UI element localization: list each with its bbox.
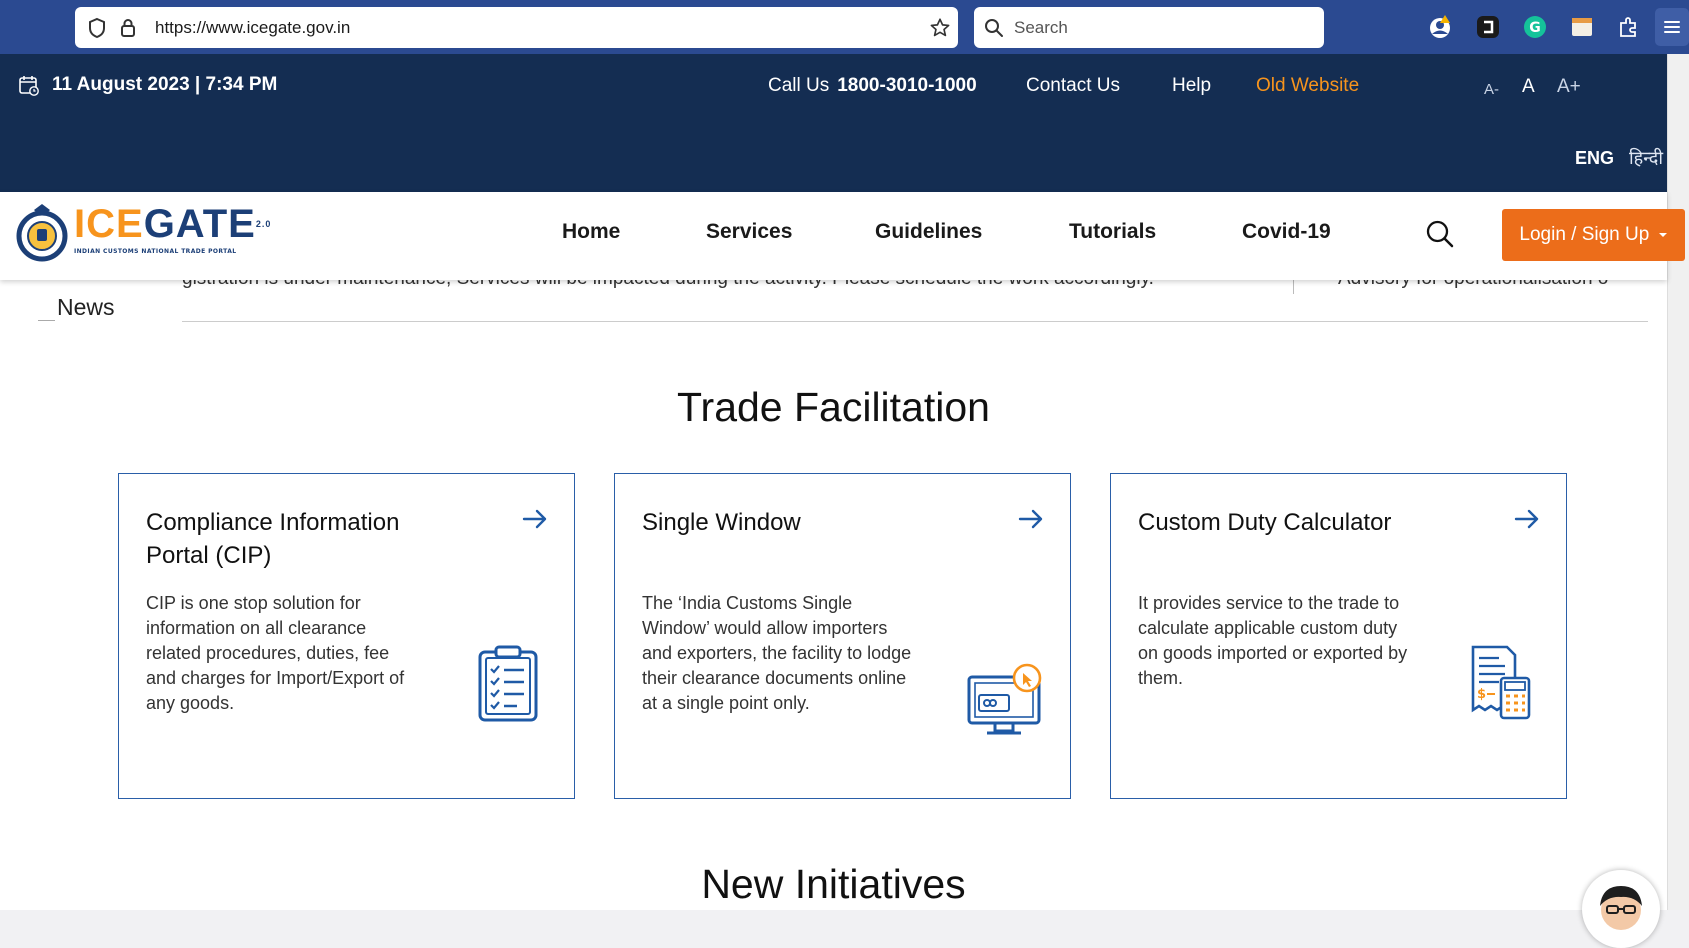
- svg-text:G: G: [1529, 20, 1541, 36]
- card-title: Single Window: [642, 509, 801, 536]
- font-size-decrease[interactable]: A-: [1484, 81, 1499, 98]
- lock-icon[interactable]: [115, 7, 141, 48]
- card-description: CIP is one stop solution for information…: [146, 593, 405, 713]
- nav-covid-19[interactable]: Covid-19: [1242, 220, 1331, 244]
- site-search-icon[interactable]: [1425, 219, 1455, 253]
- call-us[interactable]: Call Us 1800-3010-1000: [768, 75, 977, 97]
- date-time: 11 August 2023 | 7:34 PM: [18, 74, 277, 96]
- address-bar[interactable]: https://www.icegate.gov.in: [75, 7, 958, 48]
- nav-services[interactable]: Services: [706, 220, 792, 244]
- news-label: News: [57, 294, 115, 320]
- news-label-divider: [38, 320, 55, 321]
- old-website-link[interactable]: Old Website: [1256, 75, 1359, 97]
- card-description: It provides service to the trade to calc…: [1138, 593, 1408, 688]
- nav-home[interactable]: Home: [562, 220, 620, 244]
- card-single-window[interactable]: Single Window The ‘India Customs Single …: [614, 473, 1071, 799]
- nav-tutorials[interactable]: Tutorials: [1069, 220, 1156, 244]
- page-scrollbar[interactable]: [1667, 54, 1689, 910]
- call-us-label: Call Us: [768, 75, 830, 96]
- card-title: Compliance Information Portal (CIP): [146, 509, 400, 569]
- grammarly-icon[interactable]: G: [1520, 12, 1550, 42]
- ticker-divider: [182, 321, 1648, 322]
- trade-facilitation-title: Trade Facilitation: [677, 384, 990, 430]
- new-initiatives-title: New Initiatives: [701, 861, 966, 907]
- help-link[interactable]: Help: [1172, 75, 1211, 97]
- caret-down-icon: [1658, 233, 1667, 237]
- calendar-extension-icon[interactable]: [1567, 12, 1597, 42]
- lang-english[interactable]: ENG: [1575, 148, 1614, 169]
- hamburger-menu-icon[interactable]: [1655, 8, 1689, 46]
- bookmark-star-icon[interactable]: [927, 7, 953, 48]
- chatbot-avatar[interactable]: [1582, 870, 1660, 948]
- logo-tagline: INDIAN CUSTOMS NATIONAL TRADE PORTAL: [74, 248, 237, 255]
- card-title: Custom Duty Calculator: [1138, 509, 1392, 536]
- url-text: https://www.icegate.gov.in: [155, 18, 351, 37]
- font-size-increase[interactable]: A+: [1557, 76, 1581, 98]
- login-signup-label: Login / Sign Up: [1519, 224, 1650, 245]
- checklist-clipboard-icon: [477, 645, 539, 727]
- icegate-logo[interactable]: ICEGATE2.0 INDIAN CUSTOMS NATIONAL TRADE…: [16, 202, 271, 266]
- card-description: The ‘India Customs Single Window’ would …: [642, 593, 912, 713]
- contact-us-link[interactable]: Contact Us: [1026, 75, 1120, 97]
- calendar-icon: [19, 76, 39, 96]
- card-duty-calculator[interactable]: Custom Duty Calculator It provides servi…: [1110, 473, 1567, 799]
- arrow-right-icon[interactable]: [1018, 508, 1044, 534]
- date-time-text: 11 August 2023 | 7:34 PM: [52, 74, 278, 95]
- arrow-right-icon[interactable]: [522, 508, 548, 534]
- arrow-right-icon[interactable]: [1514, 508, 1540, 534]
- top-info-bar: 11 August 2023 | 7:34 PM Call Us 1800-301…: [0, 54, 1667, 192]
- lang-hindi[interactable]: हिन्दी: [1629, 146, 1663, 170]
- shield-icon[interactable]: [84, 7, 110, 48]
- computer-click-icon: [965, 663, 1045, 747]
- search-icon: [984, 7, 1004, 48]
- call-us-number: 1800-3010-1000: [837, 75, 977, 96]
- logo-wordmark: ICEGATE2.0: [74, 202, 272, 246]
- font-size-normal[interactable]: A: [1522, 76, 1535, 98]
- search-placeholder: Search: [1014, 18, 1068, 37]
- browser-search-box[interactable]: Search: [974, 7, 1324, 48]
- firefox-account-icon[interactable]: [1425, 12, 1455, 42]
- emblem-icon: [16, 204, 68, 262]
- extensions-puzzle-icon[interactable]: [1614, 12, 1644, 42]
- nav-guidelines[interactable]: Guidelines: [875, 220, 982, 244]
- browser-toolbar: https://www.icegate.gov.in Search G: [0, 0, 1689, 54]
- login-signup-button[interactable]: Login / Sign Up: [1502, 209, 1685, 261]
- bill-calculator-icon: $: [1469, 644, 1533, 728]
- card-cip[interactable]: Compliance Information Portal (CIP) CIP …: [118, 473, 575, 799]
- extension-dark-icon[interactable]: [1473, 12, 1503, 42]
- main-nav: ICEGATE2.0 INDIAN CUSTOMS NATIONAL TRADE…: [0, 192, 1685, 280]
- svg-text:$: $: [1477, 687, 1486, 702]
- assistant-face-icon: [1600, 886, 1642, 930]
